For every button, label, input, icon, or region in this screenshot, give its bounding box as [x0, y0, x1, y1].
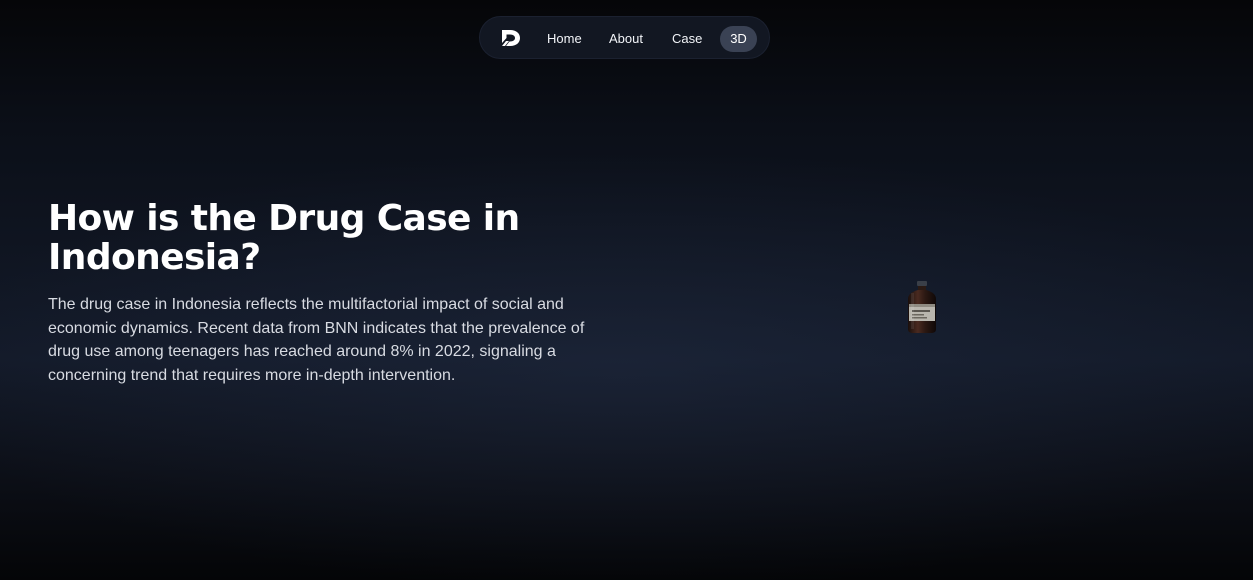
hero-description: The drug case in Indonesia reflects the …	[48, 296, 585, 384]
nav-case-link[interactable]: Case	[672, 29, 702, 49]
nav-about-link[interactable]: About	[609, 29, 643, 49]
logo-icon[interactable]	[500, 29, 522, 47]
hero-title: How is the Drug Case in Indonesia?	[48, 198, 520, 278]
medicine-bottle-icon[interactable]	[903, 280, 941, 334]
top-navigation: Home About Case 3D	[479, 16, 770, 59]
nav-3d-link-active[interactable]: 3D	[720, 26, 757, 52]
nav-home-link[interactable]: Home	[547, 29, 582, 49]
background-glow	[0, 0, 1253, 580]
